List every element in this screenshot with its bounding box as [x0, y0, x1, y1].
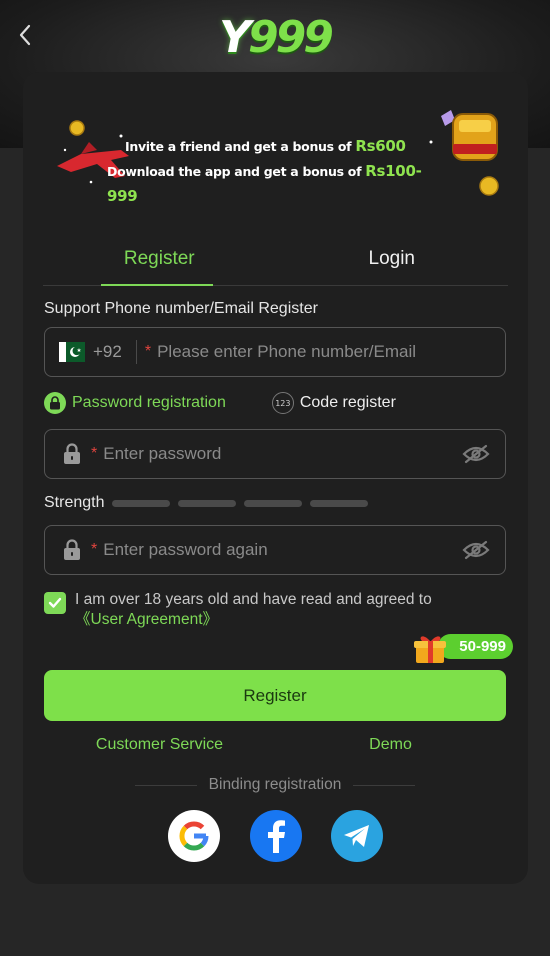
binding-registration-divider: Binding registration [135, 774, 416, 796]
banner-line1: Invite a friend and get a bonus of [125, 139, 352, 154]
tab-login[interactable]: Login [276, 232, 509, 285]
logo-letter: Y [219, 11, 251, 63]
app-logo: Y 999 [215, 8, 335, 66]
password-registration-option[interactable]: Password registration [44, 392, 226, 414]
tab-register[interactable]: Register [43, 232, 276, 286]
banner-line2: Download the app and get a bonus of [107, 164, 362, 179]
facebook-login-button[interactable] [249, 810, 302, 862]
checkmark-icon [48, 597, 62, 608]
telegram-login-button[interactable] [331, 810, 383, 862]
banner-amount-1: Rs600 [355, 137, 406, 155]
user-agreement-link[interactable]: 《User Agreement》 [75, 610, 432, 630]
strength-bar [178, 499, 237, 507]
eye-off-icon[interactable] [461, 535, 491, 565]
promo-banner[interactable]: Invite a friend and get a bonus of Rs600… [43, 92, 508, 205]
password-registration-label: Password registration [72, 394, 226, 411]
pakistan-flag-icon [59, 342, 85, 362]
customer-service-link[interactable]: Customer Service [44, 736, 275, 758]
facebook-icon [267, 820, 285, 853]
binding-registration-label: Binding registration [208, 776, 342, 793]
lock-icon [61, 539, 83, 561]
phone-email-input[interactable] [151, 342, 505, 362]
divider-line [353, 784, 416, 786]
telegram-icon [344, 825, 369, 847]
banner-text: Invite a friend and get a bonus of Rs600… [107, 134, 425, 209]
strength-label: Strength [44, 494, 105, 511]
auth-tabs: Register Login [43, 232, 508, 286]
phone-email-field[interactable]: +92 * [44, 327, 506, 377]
code-register-label: Code register [299, 394, 396, 411]
register-button[interactable]: Register [44, 670, 506, 721]
registration-mode-selector: Password registration 123 Code register [44, 391, 506, 415]
gift-box-icon [414, 636, 446, 663]
country-code[interactable]: +92 [93, 342, 122, 362]
social-login-row [168, 810, 383, 864]
numeric-code-icon: 123 [271, 392, 294, 414]
treasure-coins-icon [429, 110, 499, 196]
agreement-checkbox[interactable] [44, 592, 66, 614]
google-login-button[interactable] [168, 810, 220, 862]
back-button[interactable] [10, 20, 40, 50]
strength-bar [244, 499, 303, 507]
code-register-option[interactable]: 123 Code register [271, 392, 396, 414]
demo-link[interactable]: Demo [275, 736, 506, 758]
password-field[interactable]: * [44, 429, 506, 479]
lock-icon [44, 392, 66, 414]
field-divider [135, 340, 137, 364]
section-label: Support Phone number/Email Register [44, 300, 318, 317]
agreement-text: I am over 18 years old and have read and… [75, 591, 432, 608]
eye-off-icon[interactable] [461, 439, 491, 469]
gift-bonus-badge: 50-999 [413, 632, 513, 663]
logo-number: 999 [248, 11, 334, 63]
divider-line [135, 784, 197, 786]
password-input[interactable] [97, 444, 461, 464]
chevron-left-icon [19, 24, 31, 46]
lock-icon [61, 443, 83, 465]
gift-bonus-amount: 50-999 [438, 634, 513, 659]
confirm-password-field[interactable]: * [44, 525, 506, 575]
strength-bar [310, 499, 369, 507]
secondary-links: Customer Service Demo [44, 736, 506, 758]
register-card: Invite a friend and get a bonus of Rs600… [23, 72, 528, 884]
google-icon [179, 821, 209, 851]
age-agreement: I am over 18 years old and have read and… [44, 590, 484, 630]
password-strength-meter: Strength [44, 492, 506, 514]
strength-bar [112, 499, 171, 507]
confirm-password-input[interactable] [97, 540, 461, 560]
